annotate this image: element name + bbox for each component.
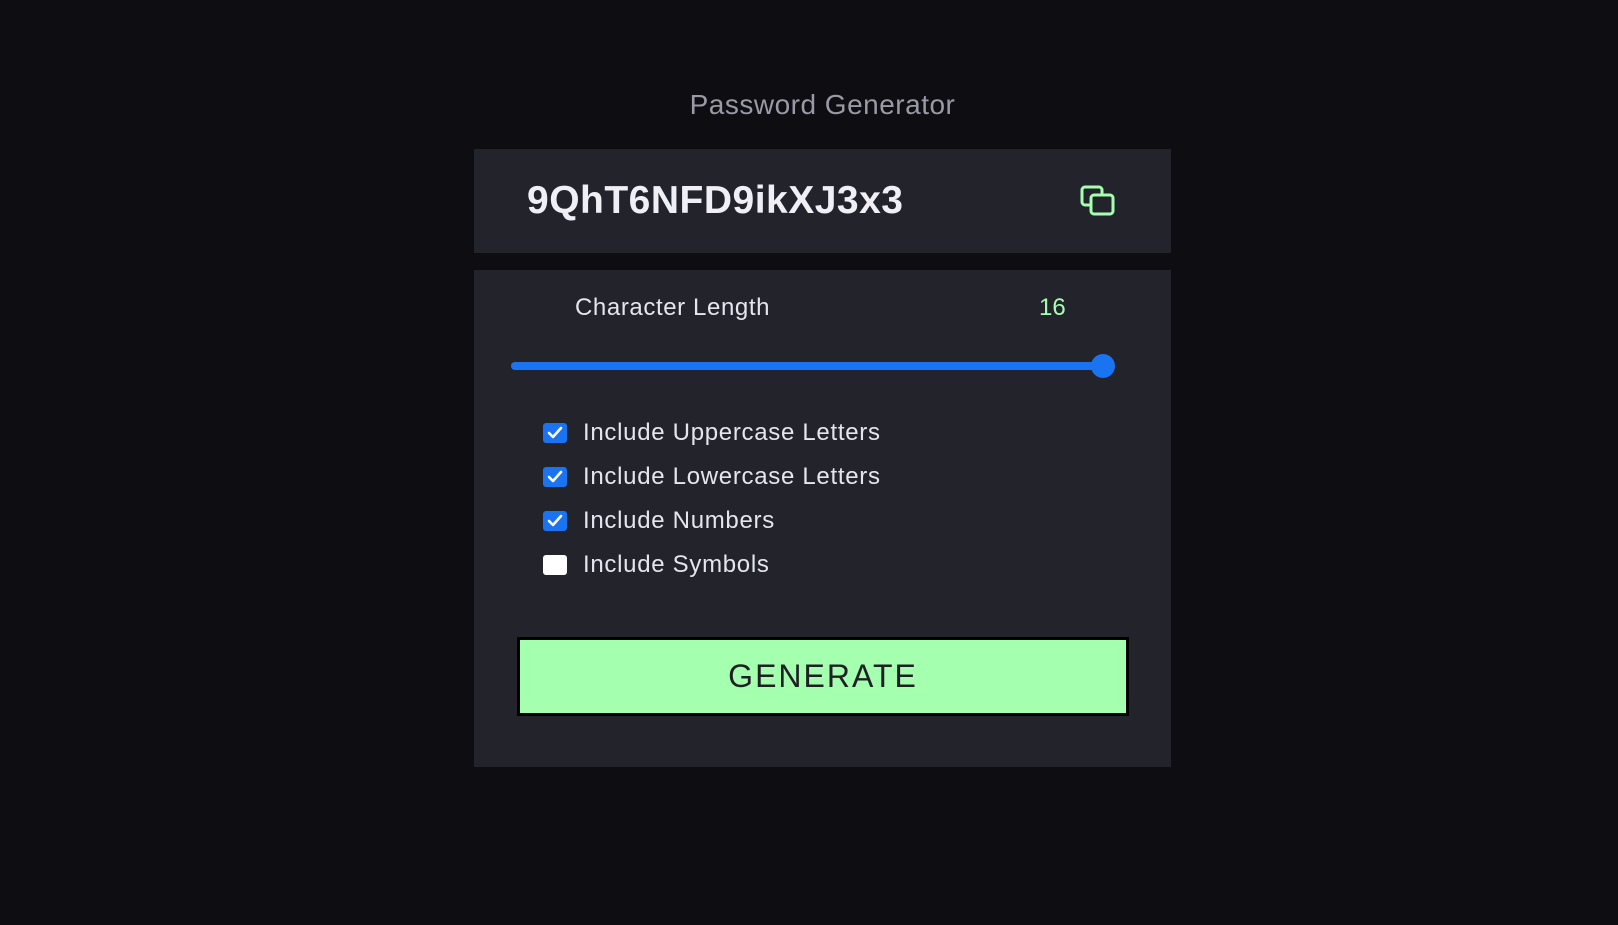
symbols-checkbox[interactable]	[543, 555, 567, 575]
password-display: 9QhT6NFD9ikXJ3x3	[474, 149, 1171, 253]
checkmark-icon	[547, 514, 563, 527]
slider-fill	[511, 362, 1109, 370]
copy-button[interactable]	[1078, 181, 1118, 221]
options-panel: Character Length 16 Include Uppercase Le…	[474, 270, 1171, 767]
uppercase-checkbox[interactable]	[543, 423, 567, 443]
length-slider[interactable]	[511, 354, 1115, 378]
generate-button[interactable]: GENERATE	[517, 637, 1129, 716]
numbers-checkbox[interactable]	[543, 511, 567, 531]
option-label: Include Uppercase Letters	[583, 419, 881, 446]
checkmark-icon	[547, 426, 563, 439]
lowercase-checkbox[interactable]	[543, 467, 567, 487]
password-text: 9QhT6NFD9ikXJ3x3	[527, 179, 904, 222]
character-length-label: Character Length	[575, 294, 771, 321]
option-label: Include Numbers	[583, 507, 775, 534]
copy-icon	[1080, 185, 1115, 216]
checkmark-icon	[547, 470, 563, 483]
option-uppercase[interactable]: Include Uppercase Letters	[543, 418, 1063, 448]
character-length-value: 16	[1039, 294, 1066, 321]
option-lowercase[interactable]: Include Lowercase Letters	[543, 462, 1063, 492]
option-numbers[interactable]: Include Numbers	[543, 506, 1063, 536]
option-symbols[interactable]: Include Symbols	[543, 550, 1063, 580]
slider-thumb[interactable]	[1091, 354, 1115, 378]
option-label: Include Symbols	[583, 551, 770, 578]
option-label: Include Lowercase Letters	[583, 463, 881, 490]
app-title: Password Generator	[689, 89, 956, 120]
